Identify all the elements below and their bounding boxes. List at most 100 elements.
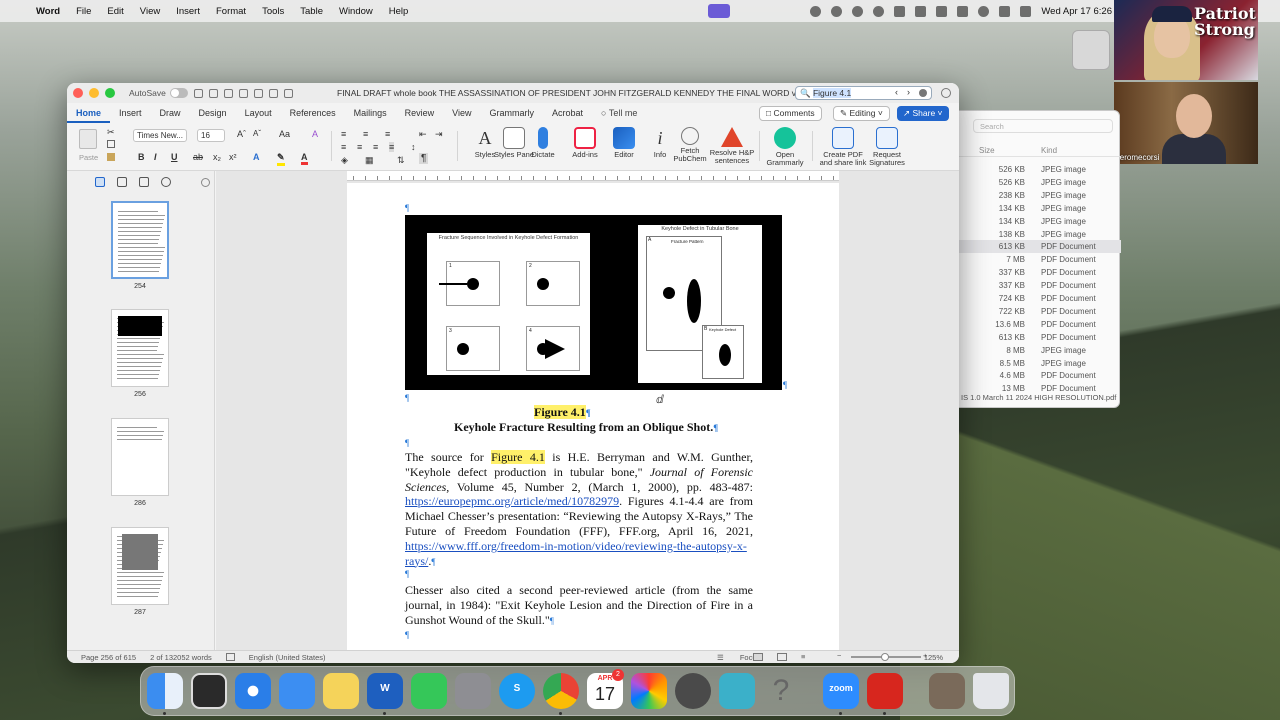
- justify-icon[interactable]: ≡: [389, 142, 395, 152]
- strikethrough-icon[interactable]: ab: [193, 152, 203, 162]
- menu-insert[interactable]: Insert: [176, 6, 200, 17]
- mission-control-icon[interactable]: [191, 673, 227, 709]
- cut-icon[interactable]: ✂: [107, 127, 115, 138]
- acrobat-icon[interactable]: [867, 673, 903, 709]
- tab-view[interactable]: View: [443, 103, 480, 123]
- redo-icon[interactable]: [238, 88, 248, 98]
- comments-button[interactable]: □ Comments: [759, 106, 822, 121]
- finder-row[interactable]: 526 KB JPEG image: [959, 176, 1121, 189]
- clock-icon[interactable]: [852, 5, 864, 17]
- outline-icon[interactable]: [117, 177, 127, 187]
- menu-help[interactable]: Help: [389, 6, 409, 17]
- menu-format[interactable]: Format: [216, 6, 246, 17]
- safari-icon[interactable]: [235, 673, 271, 709]
- bullets-icon[interactable]: ≡: [341, 129, 346, 139]
- menu-file[interactable]: File: [76, 6, 91, 17]
- sort-icon[interactable]: ⇅: [397, 155, 405, 166]
- tab-insert[interactable]: Insert: [110, 103, 151, 123]
- finder-row[interactable]: 613 KB PDF Document: [959, 240, 1121, 254]
- page-thumbnail[interactable]: [111, 309, 169, 387]
- menu-window[interactable]: Window: [339, 6, 373, 17]
- find-clear-icon[interactable]: [919, 89, 927, 97]
- clear-format-icon[interactable]: A: [312, 129, 318, 139]
- grow-font-icon[interactable]: Aˆ: [237, 129, 246, 139]
- downloader-icon[interactable]: [719, 673, 755, 709]
- spelling-icon[interactable]: [283, 88, 293, 98]
- finder-row[interactable]: 4.6 MB PDF Document: [959, 369, 1121, 382]
- screen-share-icon[interactable]: [708, 4, 730, 18]
- subscript-icon[interactable]: x₂: [213, 152, 221, 162]
- document-canvas[interactable]: ¶ Fracture Sequence Involved in Keyhole …: [216, 171, 959, 650]
- resolve-hp-button[interactable]: Resolve H&P sentences: [708, 127, 756, 165]
- page-thumbnail[interactable]: [111, 201, 169, 279]
- finder-row[interactable]: 134 KB JPEG image: [959, 215, 1121, 228]
- copy-icon[interactable]: [107, 140, 115, 148]
- web-layout-icon[interactable]: [777, 653, 787, 661]
- finder-row[interactable]: 7 MB PDF Document: [959, 253, 1121, 266]
- undo-icon[interactable]: [223, 88, 233, 98]
- skype-icon[interactable]: S: [499, 673, 535, 709]
- print-layout-icon[interactable]: [753, 653, 763, 661]
- zoom-window-button[interactable]: [105, 88, 115, 98]
- tab-draw[interactable]: Draw: [151, 103, 190, 123]
- finder-row[interactable]: 13.6 MB PDF Document: [959, 318, 1121, 331]
- finder-row[interactable]: 134 KB JPEG image: [959, 202, 1121, 215]
- change-case-icon[interactable]: Aa: [279, 129, 290, 139]
- find-prev-icon[interactable]: ‹: [895, 87, 898, 97]
- moon-icon[interactable]: [873, 5, 885, 17]
- create-pdf-button[interactable]: Create PDF and share link: [818, 127, 868, 167]
- show-marks-icon[interactable]: ¶: [419, 153, 429, 164]
- numbering-icon[interactable]: ≡: [363, 129, 368, 139]
- finder-row[interactable]: 138 KB JPEG image: [959, 228, 1121, 241]
- tell-me-search[interactable]: ○ Tell me: [592, 103, 646, 123]
- paste-label[interactable]: Paste: [79, 153, 98, 162]
- increase-indent-icon[interactable]: ⇥: [435, 129, 443, 140]
- save-icon[interactable]: [208, 88, 218, 98]
- tab-home[interactable]: Home: [67, 103, 111, 123]
- finder-col-size[interactable]: Size: [979, 146, 995, 155]
- zoom-video-tile-2[interactable]: jeromecorsi: [1114, 82, 1258, 164]
- control-center-icon[interactable]: [1020, 5, 1032, 17]
- tab-references[interactable]: References: [281, 103, 345, 123]
- search-icon[interactable]: [161, 177, 171, 187]
- finder-row[interactable]: 337 KB PDF Document: [959, 279, 1121, 292]
- disk-drive-icon[interactable]: [1072, 30, 1110, 70]
- shrink-font-icon[interactable]: Aˇ: [253, 129, 261, 138]
- bookmark-icon[interactable]: [139, 177, 149, 187]
- align-left-icon[interactable]: ≡: [341, 142, 346, 152]
- shading-icon[interactable]: ◈: [341, 155, 348, 166]
- trash-icon[interactable]: [973, 673, 1009, 709]
- proofing-icon[interactable]: [225, 653, 235, 661]
- bitdefender-icon[interactable]: [831, 5, 843, 17]
- language-indicator[interactable]: English (United States): [249, 653, 326, 662]
- font-size-select[interactable]: 16: [197, 129, 225, 142]
- home-icon[interactable]: [193, 88, 203, 98]
- figure-image[interactable]: Fracture Sequence Involved in Keyhole De…: [405, 215, 782, 390]
- finder-app-icon[interactable]: [147, 673, 183, 709]
- zoom-level[interactable]: 125%: [924, 653, 943, 662]
- superscript-icon[interactable]: x²: [229, 152, 237, 162]
- menu-app-name[interactable]: Word: [36, 6, 60, 17]
- finder-row[interactable]: 337 KB PDF Document: [959, 266, 1121, 279]
- close-pane-icon[interactable]: [201, 178, 210, 187]
- zoom-out-icon[interactable]: −: [837, 651, 841, 660]
- word-app-icon[interactable]: W: [367, 673, 403, 709]
- volume-icon[interactable]: [894, 5, 906, 17]
- request-signatures-button[interactable]: Request Signatures: [865, 127, 909, 167]
- minimize-button[interactable]: [89, 88, 99, 98]
- tab-grammarly[interactable]: Grammarly: [481, 103, 544, 123]
- finder-row[interactable]: 8.5 MB JPEG image: [959, 357, 1121, 370]
- find-next-icon[interactable]: ›: [907, 87, 910, 97]
- finder-row[interactable]: 724 KB PDF Document: [959, 292, 1121, 305]
- print-icon[interactable]: [253, 88, 263, 98]
- zoom-video-tile-1[interactable]: Patriot Strong: [1114, 0, 1258, 80]
- menu-tools[interactable]: Tools: [262, 6, 284, 17]
- tab-design[interactable]: Design: [190, 103, 236, 123]
- page-count[interactable]: Page 256 of 615: [81, 653, 136, 662]
- spotlight-icon[interactable]: [999, 5, 1011, 17]
- finder-row[interactable]: 238 KB JPEG image: [959, 189, 1121, 202]
- tab-review[interactable]: Review: [396, 103, 444, 123]
- underline-icon[interactable]: U: [171, 152, 178, 162]
- finder-col-kind[interactable]: Kind: [1041, 146, 1057, 155]
- tab-acrobat[interactable]: Acrobat: [543, 103, 592, 123]
